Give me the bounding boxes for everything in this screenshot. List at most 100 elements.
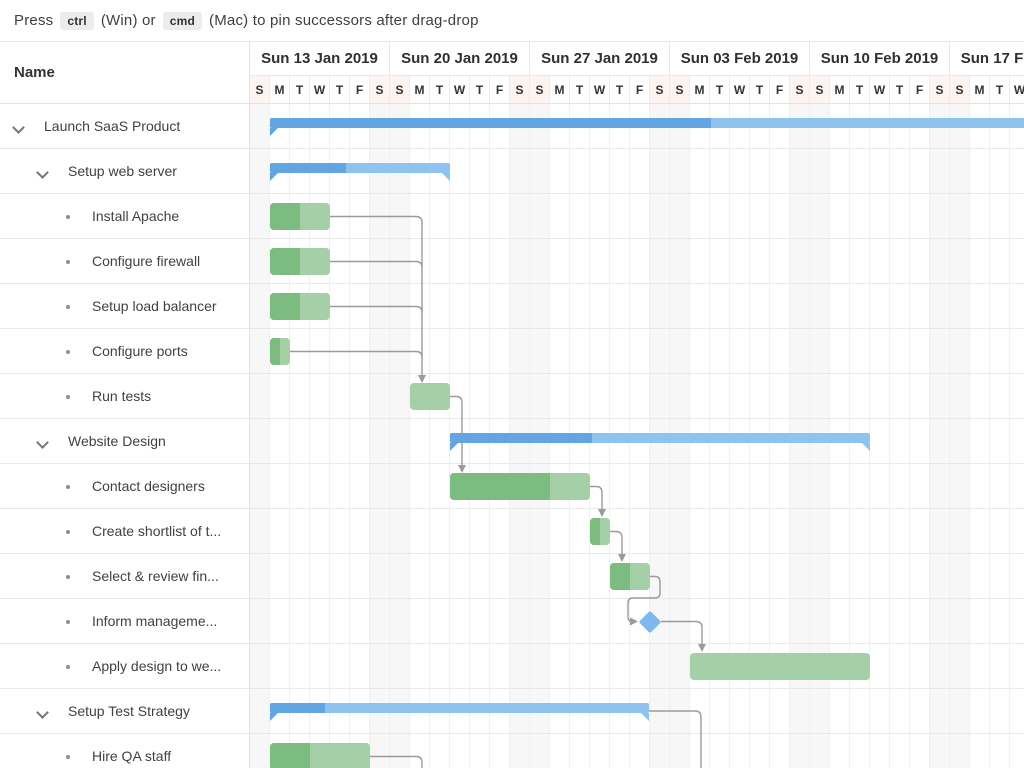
- dependency-arrow-icon: [698, 644, 706, 652]
- day-header-cell: S: [950, 76, 970, 104]
- leaf-bullet-icon: [66, 665, 70, 669]
- task-row-configure-ports[interactable]: Configure ports: [0, 329, 249, 374]
- gantt-app: Press ctrl (Win) or cmd (Mac) to pin suc…: [0, 0, 1024, 768]
- summary-bar-setup-web-server[interactable]: [270, 163, 450, 173]
- task-row-setup-load-balancer[interactable]: Setup load balancer: [0, 284, 249, 329]
- task-name-label: Contact designers: [92, 464, 205, 508]
- task-name-label: Setup web server: [68, 149, 177, 193]
- summary-tab-left: [450, 443, 458, 451]
- toolbar-hint-suffix: (Mac) to pin successors after drag-drop: [209, 12, 479, 29]
- summary-tab-right: [862, 443, 870, 451]
- dependency-arrow-icon: [630, 618, 638, 626]
- day-header-cell: T: [750, 76, 770, 104]
- leaf-bullet-icon: [66, 305, 70, 309]
- day-header-cell: F: [910, 76, 930, 104]
- day-header-cell: M: [550, 76, 570, 104]
- task-name-label: Setup load balancer: [92, 284, 217, 328]
- task-bar-progress: [270, 248, 300, 275]
- gantt-chart-area: [250, 104, 1024, 768]
- week-header-cell: Sun 13 Jan 2019: [250, 42, 390, 76]
- task-bar-progress: [450, 473, 550, 500]
- summary-bar-progress: [270, 118, 711, 128]
- summary-bar-setup-test-strategy[interactable]: [270, 703, 649, 713]
- week-header-cell: Sun 20 Jan 2019: [390, 42, 530, 76]
- task-name-label: Website Design: [68, 419, 166, 463]
- dependency-line: [661, 622, 702, 645]
- day-header-cell: F: [630, 76, 650, 104]
- day-header-cell: S: [930, 76, 950, 104]
- task-bar-progress: [270, 338, 280, 365]
- summary-bar-website-design[interactable]: [450, 433, 870, 443]
- task-bar-progress: [270, 203, 300, 230]
- task-bar-contact-designers[interactable]: [450, 473, 590, 500]
- task-name-label: Create shortlist of t...: [92, 509, 221, 553]
- task-bar-hire-qa-staff[interactable]: [270, 743, 370, 768]
- task-name-label: Hire QA staff: [92, 734, 171, 768]
- task-row-create-shortlist-of-t[interactable]: Create shortlist of t...: [0, 509, 249, 554]
- task-row-hire-qa-staff[interactable]: Hire QA staff: [0, 734, 249, 768]
- day-header-cell: W: [1010, 76, 1024, 104]
- chevron-down-icon[interactable]: [14, 123, 23, 132]
- task-row-run-tests[interactable]: Run tests: [0, 374, 249, 419]
- task-name-panel: Launch SaaS ProductSetup web serverInsta…: [0, 104, 250, 768]
- task-row-website-design[interactable]: Website Design: [0, 419, 249, 464]
- task-bar-progress: [270, 743, 310, 768]
- summary-bar-launch-saas-product[interactable]: [270, 118, 1024, 128]
- chevron-down-icon[interactable]: [38, 708, 47, 717]
- summary-tab-right: [641, 713, 649, 721]
- day-header-cell: T: [850, 76, 870, 104]
- task-row-contact-designers[interactable]: Contact designers: [0, 464, 249, 509]
- chevron-down-icon[interactable]: [38, 168, 47, 177]
- task-name-label: Install Apache: [92, 194, 179, 238]
- week-header-cell: Sun 27 Jan 2019: [530, 42, 670, 76]
- task-bar-progress: [270, 293, 300, 320]
- leaf-bullet-icon: [66, 530, 70, 534]
- dependency-arrow-icon: [618, 554, 626, 562]
- day-header-cell: M: [690, 76, 710, 104]
- day-header-cell: S: [670, 76, 690, 104]
- day-header-cell: T: [610, 76, 630, 104]
- summary-tab-left: [270, 713, 278, 721]
- day-header-cell: S: [510, 76, 530, 104]
- chevron-down-icon[interactable]: [38, 438, 47, 447]
- task-bar-create-shortlist-of-t[interactable]: [590, 518, 610, 545]
- toolbar-hint-mid: (Win) or: [101, 12, 156, 29]
- dependency-line: [590, 487, 602, 510]
- day-header-cell: M: [830, 76, 850, 104]
- name-column-header[interactable]: Name: [0, 42, 250, 104]
- task-row-inform-manageme[interactable]: Inform manageme...: [0, 599, 249, 644]
- task-bar-install-apache[interactable]: [270, 203, 330, 230]
- leaf-bullet-icon: [66, 755, 70, 759]
- task-row-apply-design-to-we[interactable]: Apply design to we...: [0, 644, 249, 689]
- task-row-launch-saas-product[interactable]: Launch SaaS Product: [0, 104, 249, 149]
- task-bar-configure-firewall[interactable]: [270, 248, 330, 275]
- summary-tab-left: [270, 173, 278, 181]
- leaf-bullet-icon: [66, 350, 70, 354]
- task-row-setup-web-server[interactable]: Setup web server: [0, 149, 249, 194]
- dependency-arrow-icon: [598, 509, 606, 517]
- task-bar-select-review-fin[interactable]: [610, 563, 650, 590]
- day-header-cell: M: [270, 76, 290, 104]
- task-bar-progress: [610, 563, 630, 590]
- dependency-line: [610, 532, 622, 555]
- ctrl-key-badge: ctrl: [60, 12, 93, 30]
- task-name-label: Setup Test Strategy: [68, 689, 190, 733]
- dependency-line: [450, 397, 462, 466]
- task-row-setup-test-strategy[interactable]: Setup Test Strategy: [0, 689, 249, 734]
- day-header-cell: W: [730, 76, 750, 104]
- week-header-cell: Sun 17 Feb 2019: [950, 42, 1024, 76]
- week-header-cell: Sun 03 Feb 2019: [670, 42, 810, 76]
- task-bar-run-tests[interactable]: [410, 383, 450, 410]
- day-header-cell: T: [990, 76, 1010, 104]
- cmd-key-badge: cmd: [163, 12, 202, 30]
- task-bar-configure-ports[interactable]: [270, 338, 290, 365]
- day-header-cell: S: [810, 76, 830, 104]
- task-bar-apply-design-to-we[interactable]: [690, 653, 870, 680]
- task-row-configure-firewall[interactable]: Configure firewall: [0, 239, 249, 284]
- task-name-label: Configure ports: [92, 329, 188, 373]
- task-bar-setup-load-balancer[interactable]: [270, 293, 330, 320]
- task-row-install-apache[interactable]: Install Apache: [0, 194, 249, 239]
- task-name-label: Inform manageme...: [92, 599, 217, 643]
- task-row-select-review-fin[interactable]: Select & review fin...: [0, 554, 249, 599]
- day-header-cell: S: [370, 76, 390, 104]
